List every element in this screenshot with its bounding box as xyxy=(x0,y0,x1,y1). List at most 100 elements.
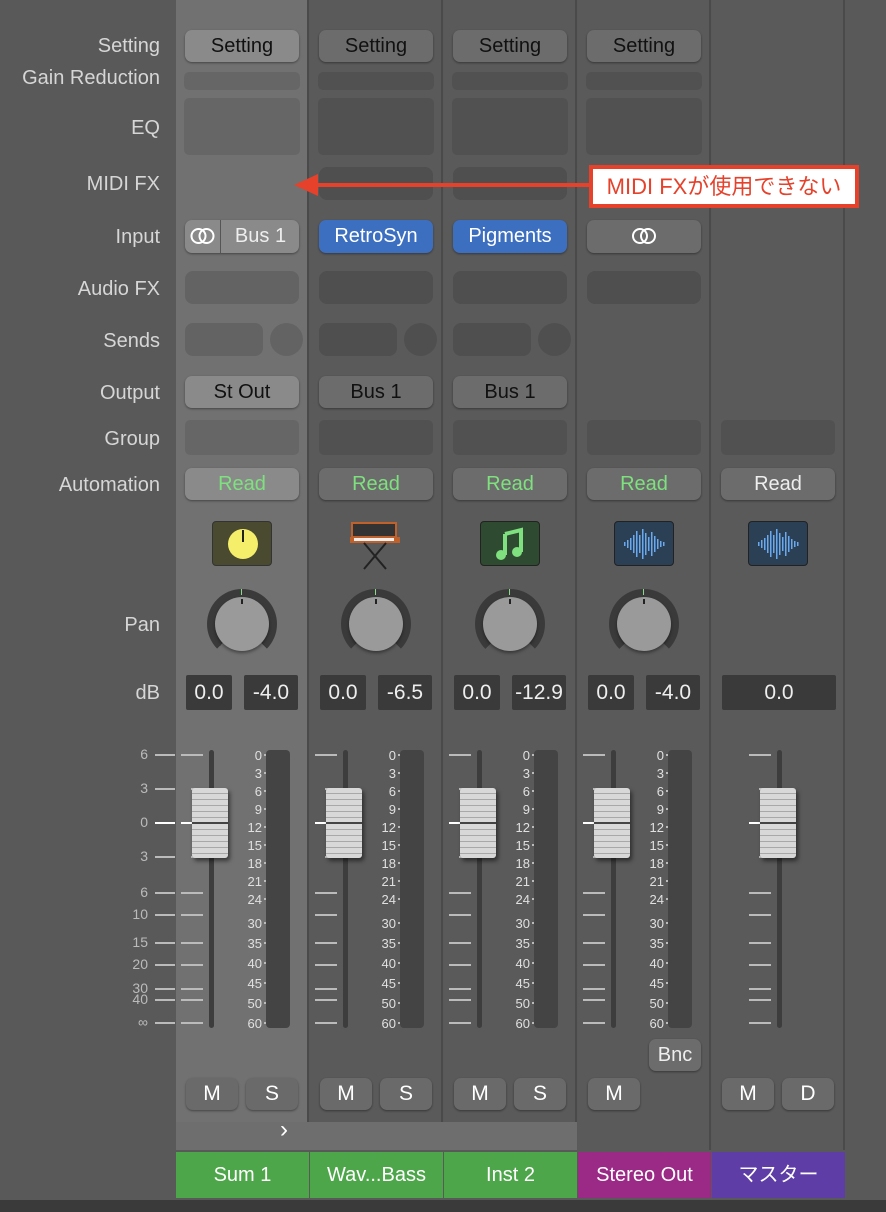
pan-value[interactable]: 0.0 xyxy=(320,675,366,710)
mute-button[interactable]: M xyxy=(722,1078,774,1110)
eq-thumbnail[interactable] xyxy=(318,98,434,155)
volume-fader-handle[interactable] xyxy=(326,788,362,858)
group-slot[interactable] xyxy=(185,420,299,455)
meter-scale-label: 0 xyxy=(656,748,664,763)
automation-mode-button[interactable]: Read xyxy=(453,468,567,500)
track-icon[interactable] xyxy=(614,521,674,566)
solo-button[interactable]: S xyxy=(514,1078,566,1110)
track-icon[interactable] xyxy=(212,521,272,566)
output-button[interactable]: Bus 1 xyxy=(319,376,433,408)
solo-button[interactable]: S xyxy=(246,1078,298,1110)
automation-mode-button[interactable]: Read xyxy=(185,468,299,500)
volume-db-value[interactable]: -6.5 xyxy=(378,675,432,710)
volume-db-value[interactable]: 0.0 xyxy=(722,675,836,710)
dim-button[interactable]: D xyxy=(782,1078,834,1110)
group-slot[interactable] xyxy=(587,420,701,455)
pan-knob[interactable] xyxy=(475,589,545,659)
label-group: Group xyxy=(104,428,160,450)
group-slot[interactable] xyxy=(319,420,433,455)
output-button[interactable]: Bus 1 xyxy=(453,376,567,408)
label-pan: Pan xyxy=(124,614,160,636)
track-name[interactable]: Stereo Out xyxy=(578,1152,711,1198)
waveform-icon xyxy=(615,529,675,571)
send-level-knob[interactable] xyxy=(404,323,437,356)
input-button[interactable]: Pigments xyxy=(453,220,567,253)
input-button[interactable]: Bus 1 xyxy=(185,220,299,253)
expand-bar xyxy=(176,1122,577,1150)
meter-scale-label: 15 xyxy=(381,838,396,853)
meter-scale-label: 35 xyxy=(381,936,396,951)
eq-thumbnail[interactable] xyxy=(184,98,300,155)
pan-value[interactable]: 0.0 xyxy=(186,675,232,710)
track-name[interactable]: マスター xyxy=(712,1152,845,1198)
expand-chevron-icon[interactable]: › xyxy=(280,1116,288,1144)
volume-db-value[interactable]: -4.0 xyxy=(244,675,298,710)
fader-scale-tick xyxy=(583,999,605,1001)
mute-button[interactable]: M xyxy=(588,1078,640,1110)
output-button[interactable]: St Out xyxy=(185,376,299,408)
gain-reduction-meter xyxy=(586,72,702,90)
mute-button[interactable]: M xyxy=(320,1078,372,1110)
meter-scale-label: 12 xyxy=(649,820,664,835)
setting-button[interactable]: Setting xyxy=(453,30,567,62)
send-slot[interactable] xyxy=(319,323,397,356)
stereo-link-icon[interactable] xyxy=(587,220,701,253)
automation-mode-button[interactable]: Read xyxy=(319,468,433,500)
volume-db-value[interactable]: -4.0 xyxy=(646,675,700,710)
pan-knob[interactable] xyxy=(609,589,679,659)
solo-button[interactable]: S xyxy=(380,1078,432,1110)
input-button[interactable]: RetroSyn xyxy=(319,220,433,253)
meter-scale-label: 50 xyxy=(381,996,396,1011)
meter-scale-label: 45 xyxy=(515,976,530,991)
fader-scale-tick xyxy=(155,964,175,966)
volume-db-value[interactable]: -12.9 xyxy=(512,675,566,710)
pan-value[interactable]: 0.0 xyxy=(588,675,634,710)
setting-button[interactable]: Setting xyxy=(319,30,433,62)
volume-fader-handle[interactable] xyxy=(460,788,496,858)
automation-mode-button[interactable]: Read xyxy=(721,468,835,500)
volume-fader-handle[interactable] xyxy=(192,788,228,858)
audio-fx-slot[interactable] xyxy=(587,271,701,304)
label-automation: Automation xyxy=(58,474,160,496)
meter-scale-label: 18 xyxy=(515,856,530,871)
fader-scale-tick xyxy=(583,964,605,966)
group-slot[interactable] xyxy=(453,420,567,455)
audio-fx-slot[interactable] xyxy=(185,271,299,304)
audio-fx-slot[interactable] xyxy=(319,271,433,304)
fader-scale-tick xyxy=(449,914,471,916)
meter-scale-label: 18 xyxy=(649,856,664,871)
eq-thumbnail[interactable] xyxy=(586,98,702,155)
automation-mode-button[interactable]: Read xyxy=(587,468,701,500)
pan-value[interactable]: 0.0 xyxy=(454,675,500,710)
send-level-knob[interactable] xyxy=(270,323,303,356)
input-button[interactable] xyxy=(587,220,701,253)
eq-thumbnail[interactable] xyxy=(452,98,568,155)
track-name[interactable]: Sum 1 xyxy=(176,1152,309,1198)
audio-fx-slot[interactable] xyxy=(453,271,567,304)
mute-button[interactable]: M xyxy=(454,1078,506,1110)
pan-knob[interactable] xyxy=(207,589,277,659)
bounce-button[interactable]: Bnc xyxy=(649,1039,701,1071)
waveform-icon xyxy=(749,529,809,571)
stereo-link-icon[interactable] xyxy=(185,220,221,253)
send-slot[interactable] xyxy=(453,323,531,356)
mute-button[interactable]: M xyxy=(186,1078,238,1110)
meter-scale-label: 60 xyxy=(381,1016,396,1031)
track-icon[interactable] xyxy=(346,521,406,570)
setting-button[interactable]: Setting xyxy=(587,30,701,62)
pan-center-mark xyxy=(241,589,242,595)
track-icon[interactable] xyxy=(748,521,808,566)
track-name[interactable]: Wav...Bass xyxy=(310,1152,443,1198)
track-icon[interactable] xyxy=(480,521,540,566)
send-slot[interactable] xyxy=(185,323,263,356)
setting-button[interactable]: Setting xyxy=(185,30,299,62)
meter-scale-label: 40 xyxy=(649,956,664,971)
group-slot[interactable] xyxy=(721,420,835,455)
volume-fader-handle[interactable] xyxy=(760,788,796,858)
track-name[interactable]: Inst 2 xyxy=(444,1152,577,1198)
fader-scale-label: 3 xyxy=(140,780,148,796)
input-label: Pigments xyxy=(468,225,552,247)
volume-fader-handle[interactable] xyxy=(594,788,630,858)
send-level-knob[interactable] xyxy=(538,323,571,356)
pan-knob[interactable] xyxy=(341,589,411,659)
